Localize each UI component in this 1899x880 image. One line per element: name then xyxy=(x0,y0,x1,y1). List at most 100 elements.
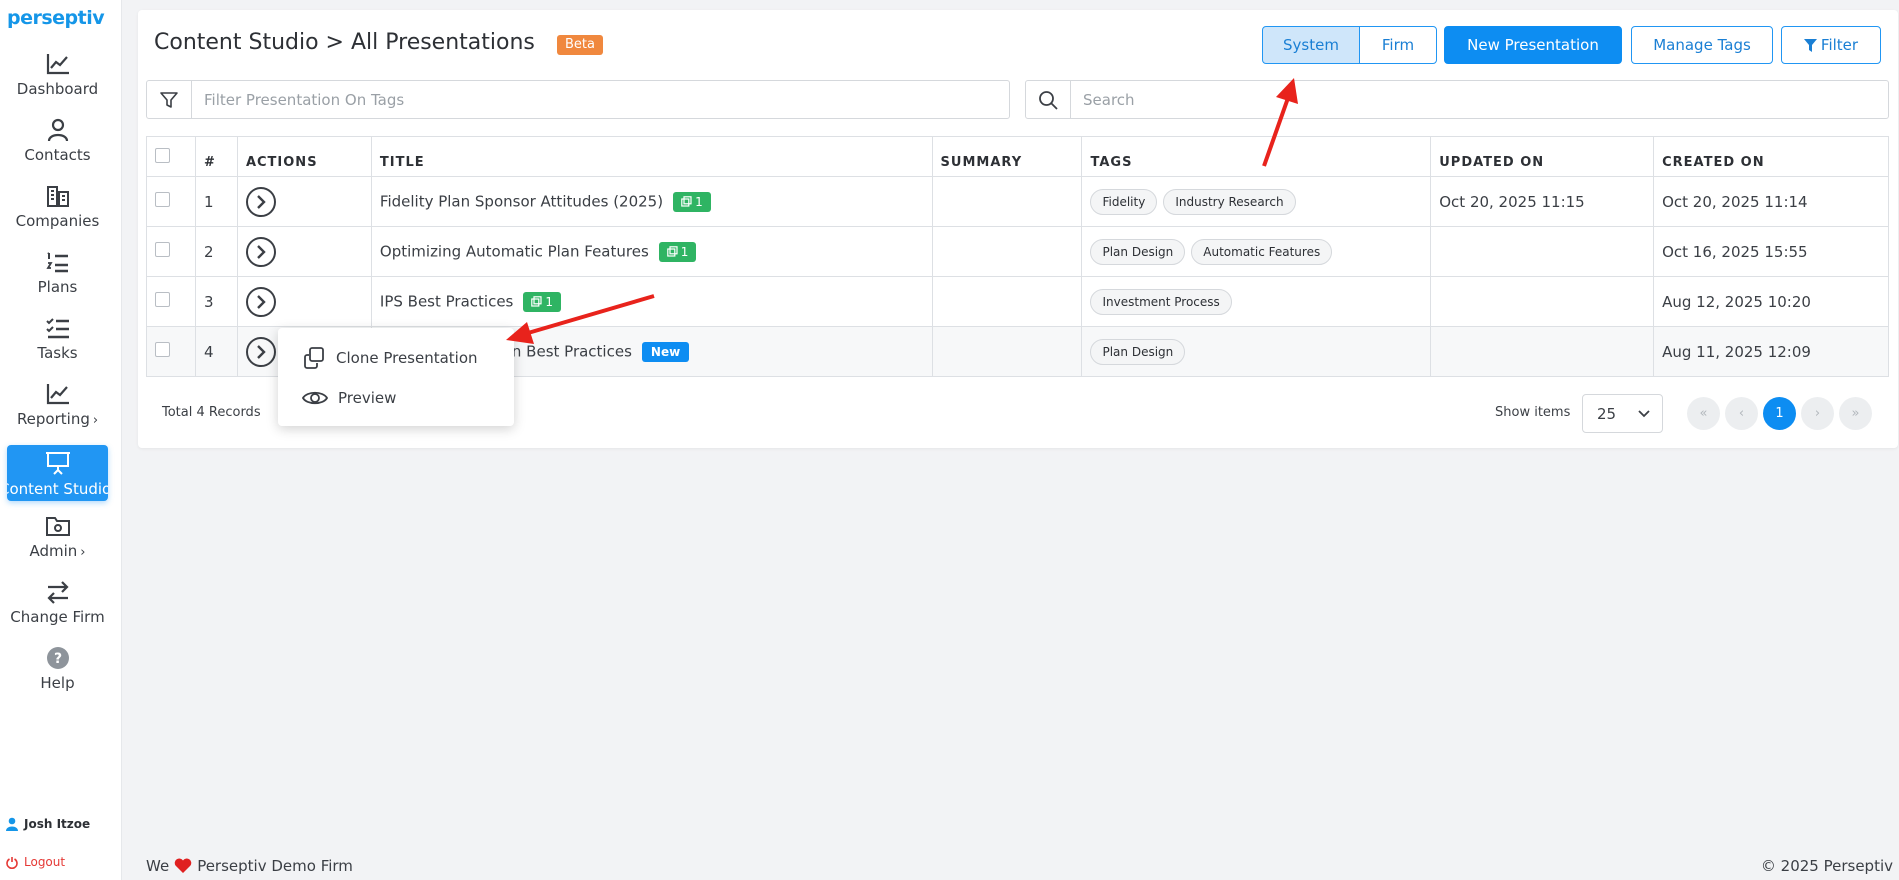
sidebar-item-tasks[interactable]: Tasks xyxy=(7,316,108,372)
search-input[interactable]: Search xyxy=(1025,80,1889,119)
new-presentation-button[interactable]: New Presentation xyxy=(1444,26,1622,64)
row-actions-button[interactable] xyxy=(245,286,276,317)
funnel-icon xyxy=(1803,38,1817,52)
row-checkbox[interactable] xyxy=(155,292,170,307)
sidebar-item-dashboard[interactable]: Dashboard xyxy=(7,52,108,108)
page-button-current[interactable]: 1 xyxy=(1763,397,1796,430)
copy-icon xyxy=(681,196,692,207)
sidebar-item-content-studio[interactable]: Content Studio xyxy=(7,445,108,501)
row-summary xyxy=(931,176,1083,227)
tag-chip: Automatic Features xyxy=(1191,238,1333,265)
firm-toggle-button[interactable]: Firm xyxy=(1359,26,1437,64)
user-name: Josh Itzoe xyxy=(24,817,91,831)
sidebar-item-label: Plans xyxy=(37,278,78,296)
footer-firm: We Perseptiv Demo Firm xyxy=(146,857,353,875)
copy-icon xyxy=(666,246,678,257)
sidebar-item-label: Reporting xyxy=(16,410,90,428)
page-title: Content Studio > All Presentations xyxy=(154,30,535,55)
row-actions-button[interactable] xyxy=(245,336,276,367)
manage-tags-button[interactable]: Manage Tags xyxy=(1631,26,1773,64)
row-number: 4 xyxy=(194,326,238,377)
column-header-number: # xyxy=(194,136,238,177)
presentation-title[interactable]: Optimizing Automatic Plan Features xyxy=(380,242,649,260)
last-page-button[interactable]: » xyxy=(1839,397,1872,430)
sidebar-item-companies[interactable]: Companies xyxy=(7,184,108,240)
column-header-actions: ACTIONS xyxy=(236,136,372,177)
column-header-updated-on[interactable]: UPDATED ON xyxy=(1430,136,1655,177)
sidebar-item-change-firm[interactable]: Change Firm xyxy=(7,580,108,636)
sidebar-item-admin[interactable]: Admin › xyxy=(7,514,108,570)
total-records: Total 4 Records xyxy=(162,405,261,420)
tag-chip: Investment Process xyxy=(1090,288,1232,315)
chevron-right-icon: › xyxy=(80,545,86,560)
copy-icon xyxy=(304,347,324,369)
person-icon xyxy=(47,118,68,142)
tag-filter-input[interactable]: Filter Presentation On Tags xyxy=(146,80,1010,119)
new-badge: New xyxy=(641,341,690,362)
logout-link[interactable]: Logout xyxy=(6,855,65,869)
folder-gear-icon xyxy=(45,517,70,536)
page-size-select[interactable]: 25 xyxy=(1582,394,1663,433)
chevron-right-icon xyxy=(257,194,266,209)
row-summary xyxy=(931,276,1083,327)
table-row: 1 Fidelity Plan Sponsor Attitudes (2025)… xyxy=(146,176,1889,227)
row-created-on: Oct 16, 2025 15:55 xyxy=(1653,226,1889,277)
row-updated-on xyxy=(1430,276,1655,327)
row-actions-button[interactable] xyxy=(245,186,276,217)
system-toggle-button[interactable]: System xyxy=(1262,26,1360,64)
copy-icon xyxy=(531,296,542,307)
checklist-icon xyxy=(45,318,69,339)
column-header-created-on[interactable]: CREATED ON xyxy=(1653,136,1889,177)
row-checkbox[interactable] xyxy=(155,192,170,207)
logo: perseptiv xyxy=(7,7,105,29)
page-size-value: 25 xyxy=(1597,404,1617,423)
clone-presentation-menu-item[interactable]: Clone Presentation xyxy=(302,343,478,373)
select-all-checkbox[interactable] xyxy=(155,148,170,163)
presentation-title[interactable]: Fidelity Plan Sponsor Attitudes (2025) xyxy=(380,192,663,210)
column-header-summary[interactable]: SUMMARY xyxy=(931,136,1083,177)
row-actions-button[interactable] xyxy=(245,236,276,267)
filter-label: Filter xyxy=(1820,36,1859,54)
prev-page-button[interactable]: ‹ xyxy=(1725,397,1758,430)
sidebar-item-label: Help xyxy=(40,674,75,692)
first-page-button[interactable]: « xyxy=(1687,397,1720,430)
sidebar-item-label: Companies xyxy=(15,212,100,230)
row-number: 3 xyxy=(194,276,238,327)
column-header-tags[interactable]: TAGS xyxy=(1081,136,1432,177)
table-row: 2 Optimizing Automatic Plan Features 1 Pl… xyxy=(146,226,1889,277)
row-updated-on xyxy=(1430,326,1655,377)
row-created-on: Aug 11, 2025 12:09 xyxy=(1653,326,1889,377)
sidebar: perseptiv Dashboard Contacts Companies P… xyxy=(0,0,122,880)
sidebar-item-help[interactable]: ? Help xyxy=(7,646,108,702)
sidebar-item-reporting[interactable]: Reporting › xyxy=(7,382,108,438)
chevron-right-icon xyxy=(257,344,266,359)
row-summary xyxy=(931,226,1083,277)
filter-button[interactable]: Filter xyxy=(1781,26,1881,64)
presentation-title[interactable]: n Best Practices xyxy=(512,342,632,360)
search-placeholder: Search xyxy=(1083,90,1135,109)
row-checkbox[interactable] xyxy=(155,342,170,357)
show-items-label: Show items xyxy=(1495,405,1571,420)
help-icon: ? xyxy=(46,647,69,669)
preview-menu-item[interactable]: Preview xyxy=(302,383,396,413)
sidebar-item-contacts[interactable]: Contacts xyxy=(7,118,108,174)
eye-icon xyxy=(302,391,328,405)
power-icon xyxy=(6,856,18,869)
presentation-title[interactable]: IPS Best Practices xyxy=(380,292,513,310)
row-created-on: Aug 12, 2025 10:20 xyxy=(1653,276,1889,327)
sidebar-item-plans[interactable]: Plans xyxy=(7,250,108,306)
svg-text:?: ? xyxy=(53,651,61,667)
search-icon-box xyxy=(1026,81,1071,118)
numbered-list-icon xyxy=(45,252,68,273)
line-chart-icon xyxy=(46,54,69,75)
row-checkbox[interactable] xyxy=(155,242,170,257)
row-number: 1 xyxy=(194,176,238,227)
tag-chip: Industry Research xyxy=(1163,188,1296,215)
user-profile[interactable]: Josh Itzoe xyxy=(6,817,90,831)
chevron-right-icon xyxy=(257,294,266,309)
sidebar-item-label: Contacts xyxy=(24,146,91,164)
next-page-button[interactable]: › xyxy=(1801,397,1834,430)
select-all-cell xyxy=(146,136,196,177)
column-header-title[interactable]: TITLE xyxy=(370,136,933,177)
chevron-down-icon xyxy=(1638,409,1650,417)
